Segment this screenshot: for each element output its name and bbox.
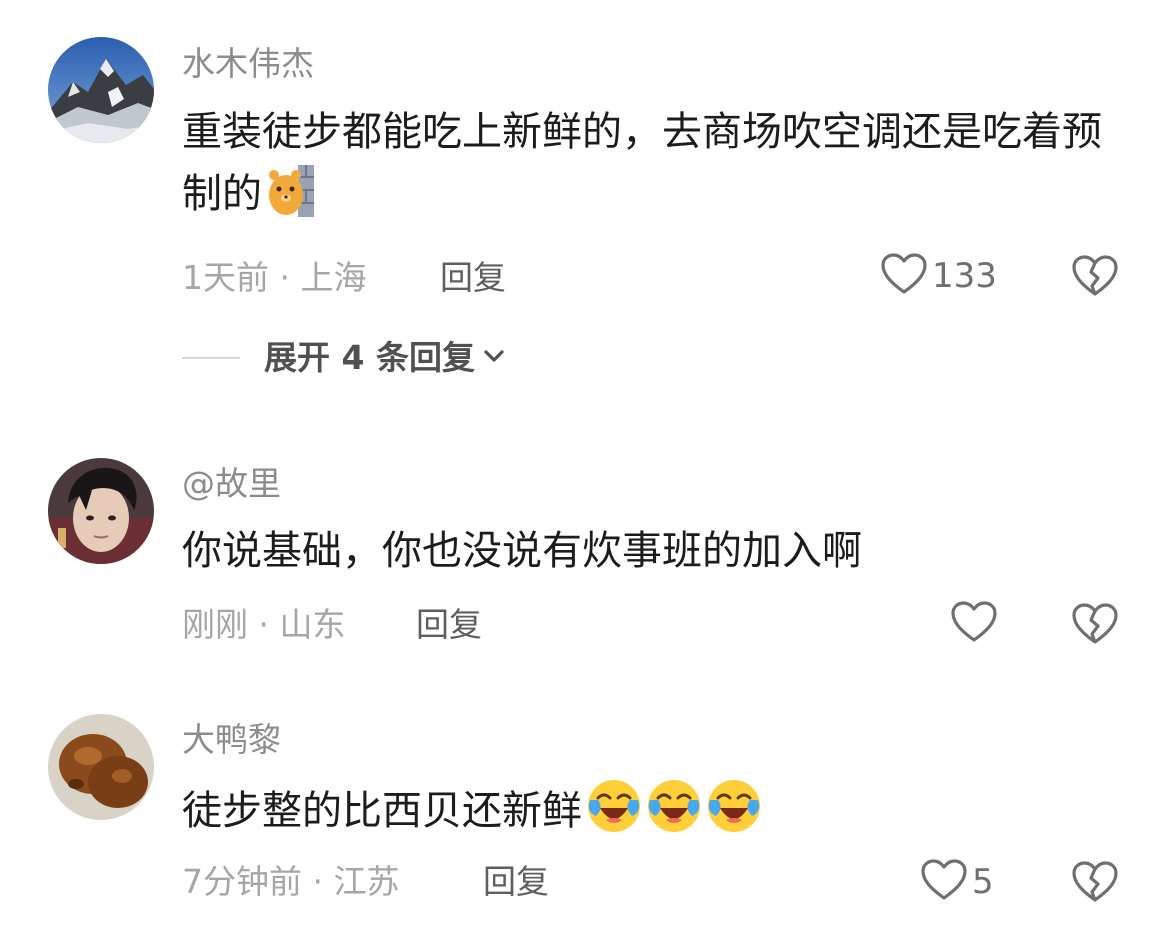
- broken-heart-icon: [1071, 603, 1119, 650]
- like-button[interactable]: [950, 600, 1002, 648]
- reply-button[interactable]: 回复: [483, 862, 549, 902]
- comment-text-content: 徒步整的比西贝还新鲜: [182, 788, 582, 834]
- broken-heart-icon: [1071, 255, 1119, 302]
- heart-outline-icon: [950, 600, 998, 648]
- comment-text-content: 你说基础，你也没说有炊事班的加入啊: [182, 528, 862, 574]
- comment-text: 徒步整的比西贝还新鲜: [182, 778, 1132, 852]
- comment-text-content: 重装徒步都能吃上新鲜的，去商场吹空调还是吃着预制的: [182, 109, 1102, 217]
- bear-peek-emoji: [266, 163, 316, 235]
- dislike-button[interactable]: [1071, 860, 1119, 908]
- reply-button[interactable]: 回复: [440, 258, 506, 298]
- comment-meta: 1天前 · 上海: [182, 258, 367, 297]
- broken-heart-icon: [1071, 861, 1119, 908]
- username[interactable]: @故里: [182, 464, 281, 504]
- comment-text: 你说基础，你也没说有炊事班的加入啊: [182, 520, 1132, 582]
- expand-replies-button[interactable]: 展开 4 条回复: [182, 336, 507, 380]
- comment-text: 重装徒步都能吃上新鲜的，去商场吹空调还是吃着预制的: [182, 101, 1132, 235]
- like-count: 5: [972, 862, 994, 902]
- comment-meta: 刚刚 · 山东: [182, 605, 346, 644]
- chevron-down-icon: [481, 343, 507, 373]
- laugh-cry-emoji: [706, 778, 762, 852]
- like-button[interactable]: 5: [920, 858, 994, 906]
- reply-button[interactable]: 回复: [416, 605, 482, 645]
- avatar[interactable]: [48, 458, 154, 564]
- like-count: 133: [932, 256, 997, 296]
- username[interactable]: 水木伟杰: [182, 44, 314, 84]
- comment-meta: 7分钟前 · 江苏: [182, 862, 400, 901]
- divider: [182, 357, 240, 359]
- avatar[interactable]: [48, 714, 154, 820]
- laugh-cry-emoji: [646, 778, 702, 852]
- heart-outline-icon: [880, 252, 928, 300]
- heart-outline-icon: [920, 858, 968, 906]
- like-button[interactable]: 133: [880, 252, 997, 300]
- expand-replies-label: 展开 4 条回复: [264, 338, 475, 377]
- dislike-button[interactable]: [1071, 602, 1119, 650]
- avatar[interactable]: [48, 37, 154, 143]
- laugh-cry-emoji: [586, 778, 642, 852]
- dislike-button[interactable]: [1071, 254, 1119, 302]
- username[interactable]: 大鸭黎: [182, 720, 281, 760]
